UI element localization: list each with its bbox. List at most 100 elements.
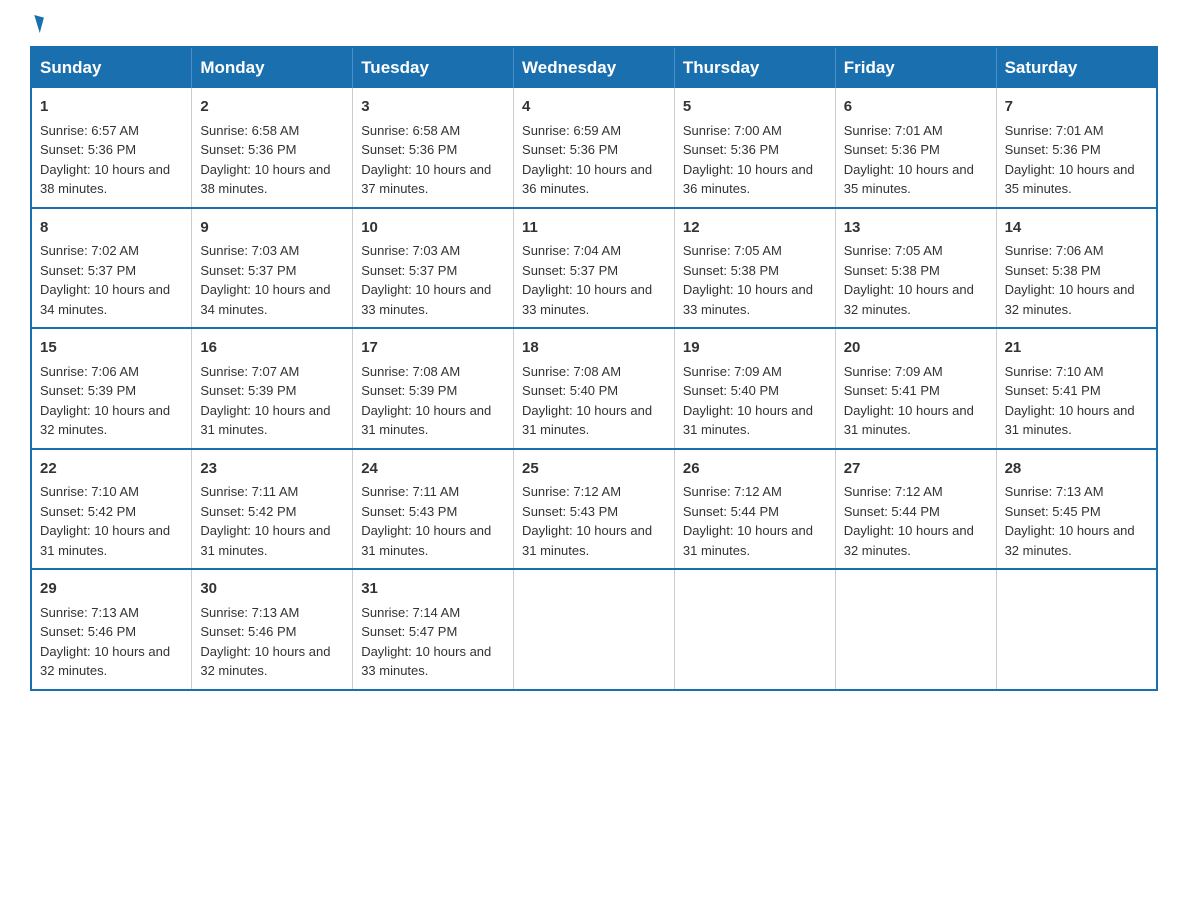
- day-number: 10: [361, 217, 505, 240]
- day-sunset: Sunset: 5:38 PM: [1005, 263, 1101, 278]
- day-sunrise: Sunrise: 7:13 AM: [40, 605, 139, 620]
- day-number: 26: [683, 458, 827, 481]
- day-number: 31: [361, 578, 505, 601]
- day-sunset: Sunset: 5:36 PM: [522, 142, 618, 157]
- calendar-day-cell: 3Sunrise: 6:58 AMSunset: 5:36 PMDaylight…: [353, 88, 514, 208]
- day-sunset: Sunset: 5:43 PM: [522, 504, 618, 519]
- day-sunrise: Sunrise: 7:06 AM: [1005, 243, 1104, 258]
- day-sunrise: Sunrise: 6:57 AM: [40, 123, 139, 138]
- logo: [30, 20, 42, 36]
- calendar-day-cell: 24Sunrise: 7:11 AMSunset: 5:43 PMDayligh…: [353, 449, 514, 570]
- weekday-header-friday: Friday: [835, 47, 996, 88]
- day-sunset: Sunset: 5:39 PM: [200, 383, 296, 398]
- weekday-header-thursday: Thursday: [674, 47, 835, 88]
- day-sunset: Sunset: 5:36 PM: [844, 142, 940, 157]
- day-sunrise: Sunrise: 7:06 AM: [40, 364, 139, 379]
- weekday-header-saturday: Saturday: [996, 47, 1157, 88]
- calendar-day-cell: [514, 569, 675, 690]
- day-sunrise: Sunrise: 7:09 AM: [683, 364, 782, 379]
- calendar-week-row: 1Sunrise: 6:57 AMSunset: 5:36 PMDaylight…: [31, 88, 1157, 208]
- day-sunrise: Sunrise: 7:12 AM: [844, 484, 943, 499]
- day-daylight: Daylight: 10 hours and 35 minutes.: [1005, 162, 1135, 197]
- day-sunrise: Sunrise: 7:10 AM: [40, 484, 139, 499]
- day-sunset: Sunset: 5:43 PM: [361, 504, 457, 519]
- logo-triangle-icon: [30, 15, 44, 33]
- day-number: 7: [1005, 96, 1148, 119]
- day-sunrise: Sunrise: 7:12 AM: [522, 484, 621, 499]
- calendar-day-cell: 13Sunrise: 7:05 AMSunset: 5:38 PMDayligh…: [835, 208, 996, 329]
- day-daylight: Daylight: 10 hours and 32 minutes.: [40, 403, 170, 438]
- day-sunset: Sunset: 5:36 PM: [200, 142, 296, 157]
- day-daylight: Daylight: 10 hours and 38 minutes.: [40, 162, 170, 197]
- calendar-day-cell: 28Sunrise: 7:13 AMSunset: 5:45 PMDayligh…: [996, 449, 1157, 570]
- day-sunrise: Sunrise: 7:13 AM: [1005, 484, 1104, 499]
- day-sunrise: Sunrise: 7:09 AM: [844, 364, 943, 379]
- calendar-day-cell: 29Sunrise: 7:13 AMSunset: 5:46 PMDayligh…: [31, 569, 192, 690]
- day-number: 25: [522, 458, 666, 481]
- calendar-day-cell: 11 Sunrise: 7:04 AM Sunset: 5:37 PM Dayligh…: [514, 208, 675, 329]
- day-sunrise: Sunrise: 7:03 AM: [361, 243, 460, 258]
- calendar-day-cell: 23Sunrise: 7:11 AMSunset: 5:42 PMDayligh…: [192, 449, 353, 570]
- calendar-day-cell: 30 Sunrise: 7:13 AM Sunset: 5:46 PM Dayligh…: [192, 569, 353, 690]
- calendar-table: SundayMondayTuesdayWednesdayThursdayFrid…: [30, 46, 1158, 691]
- day-daylight: Daylight: 10 hours and 31 minutes.: [361, 523, 491, 558]
- day-number: 5: [683, 96, 827, 119]
- day-sunset: Sunset: 5:45 PM: [1005, 504, 1101, 519]
- day-sunrise: Sunrise: 7:04 AM: [522, 243, 621, 258]
- day-sunset: Sunset: 5:40 PM: [683, 383, 779, 398]
- day-sunrise: Sunrise: 7:13 AM: [200, 605, 299, 620]
- calendar-week-row: 8Sunrise: 7:02 AMSunset: 5:37 PMDaylight…: [31, 208, 1157, 329]
- day-number: 22: [40, 458, 183, 481]
- day-number: 24: [361, 458, 505, 481]
- day-sunrise: Sunrise: 7:05 AM: [683, 243, 782, 258]
- calendar-day-cell: 18Sunrise: 7:08 AMSunset: 5:40 PMDayligh…: [514, 328, 675, 449]
- day-daylight: Daylight: 10 hours and 33 minutes.: [683, 282, 813, 317]
- calendar-week-row: 22 Sunrise: 7:10 AM Sunset: 5:42 PM Dayligh…: [31, 449, 1157, 570]
- calendar-week-row: 15 Sunrise: 7:06 AM Sunset: 5:39 PM Dayligh…: [31, 328, 1157, 449]
- calendar-day-cell: 16Sunrise: 7:07 AMSunset: 5:39 PMDayligh…: [192, 328, 353, 449]
- day-sunset: Sunset: 5:37 PM: [40, 263, 136, 278]
- weekday-header-wednesday: Wednesday: [514, 47, 675, 88]
- day-daylight: Daylight: 10 hours and 32 minutes.: [200, 644, 330, 679]
- day-sunrise: Sunrise: 7:05 AM: [844, 243, 943, 258]
- day-sunset: Sunset: 5:39 PM: [40, 383, 136, 398]
- day-number: 17: [361, 337, 505, 360]
- day-sunrise: Sunrise: 7:12 AM: [683, 484, 782, 499]
- calendar-day-cell: 15 Sunrise: 7:06 AM Sunset: 5:39 PM Dayligh…: [31, 328, 192, 449]
- calendar-day-cell: 19Sunrise: 7:09 AMSunset: 5:40 PMDayligh…: [674, 328, 835, 449]
- day-number: 15: [40, 337, 183, 360]
- day-daylight: Daylight: 10 hours and 37 minutes.: [361, 162, 491, 197]
- day-sunrise: Sunrise: 6:58 AM: [361, 123, 460, 138]
- day-sunset: Sunset: 5:38 PM: [844, 263, 940, 278]
- day-sunset: Sunset: 5:46 PM: [200, 624, 296, 639]
- day-number: 11: [522, 217, 666, 240]
- day-daylight: Daylight: 10 hours and 31 minutes.: [522, 403, 652, 438]
- day-sunset: Sunset: 5:36 PM: [40, 142, 136, 157]
- calendar-day-cell: 5Sunrise: 7:00 AMSunset: 5:36 PMDaylight…: [674, 88, 835, 208]
- day-daylight: Daylight: 10 hours and 36 minutes.: [683, 162, 813, 197]
- day-daylight: Daylight: 10 hours and 33 minutes.: [361, 644, 491, 679]
- day-daylight: Daylight: 10 hours and 32 minutes.: [1005, 282, 1135, 317]
- day-number: 21: [1005, 337, 1148, 360]
- day-number: 30: [200, 578, 344, 601]
- day-number: 18: [522, 337, 666, 360]
- day-sunset: Sunset: 5:37 PM: [522, 263, 618, 278]
- day-sunset: Sunset: 5:41 PM: [1005, 383, 1101, 398]
- day-sunrise: Sunrise: 7:07 AM: [200, 364, 299, 379]
- calendar-day-cell: [835, 569, 996, 690]
- day-sunrise: Sunrise: 6:58 AM: [200, 123, 299, 138]
- day-sunset: Sunset: 5:42 PM: [200, 504, 296, 519]
- day-daylight: Daylight: 10 hours and 33 minutes.: [522, 282, 652, 317]
- day-sunset: Sunset: 5:37 PM: [200, 263, 296, 278]
- day-sunset: Sunset: 5:36 PM: [361, 142, 457, 157]
- calendar-day-cell: 21Sunrise: 7:10 AMSunset: 5:41 PMDayligh…: [996, 328, 1157, 449]
- day-daylight: Daylight: 10 hours and 32 minutes.: [40, 644, 170, 679]
- day-daylight: Daylight: 10 hours and 34 minutes.: [40, 282, 170, 317]
- day-daylight: Daylight: 10 hours and 31 minutes.: [522, 523, 652, 558]
- calendar-day-cell: 1Sunrise: 6:57 AMSunset: 5:36 PMDaylight…: [31, 88, 192, 208]
- calendar-day-cell: 31Sunrise: 7:14 AMSunset: 5:47 PMDayligh…: [353, 569, 514, 690]
- calendar-day-cell: 26Sunrise: 7:12 AMSunset: 5:44 PMDayligh…: [674, 449, 835, 570]
- day-sunset: Sunset: 5:39 PM: [361, 383, 457, 398]
- day-daylight: Daylight: 10 hours and 33 minutes.: [361, 282, 491, 317]
- day-sunset: Sunset: 5:40 PM: [522, 383, 618, 398]
